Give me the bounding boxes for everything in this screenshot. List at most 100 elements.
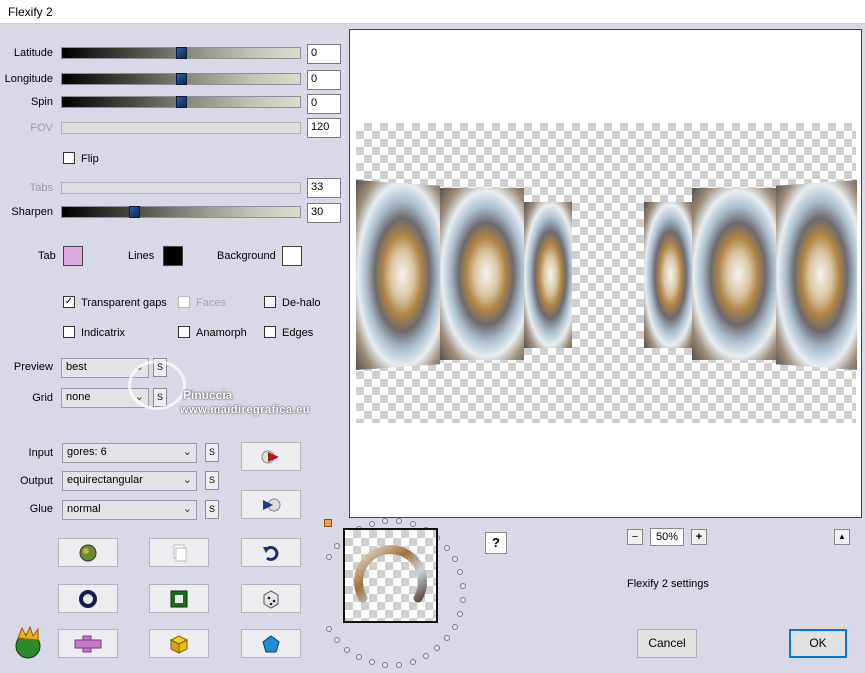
longitude-label: Longitude — [4, 73, 53, 85]
faces-checkbox — [178, 296, 190, 308]
wheel-dot[interactable] — [444, 544, 451, 551]
wheel-dot[interactable] — [444, 635, 451, 642]
tab-color-label: Tab — [38, 250, 56, 262]
transparent-gaps-checkbox[interactable]: ✓ — [63, 296, 75, 308]
cube-button[interactable] — [149, 629, 209, 658]
background-color-swatch[interactable] — [282, 246, 302, 266]
wheel-dot[interactable] — [422, 653, 429, 660]
thumbnail-ring-image — [354, 545, 427, 603]
latitude-input[interactable]: 0 — [307, 44, 341, 64]
lines-color-swatch[interactable] — [163, 246, 183, 266]
wheel-dot[interactable] — [396, 518, 403, 525]
frame-button[interactable] — [149, 584, 209, 613]
flip-label: Flip — [81, 153, 99, 165]
glue-s-button[interactable]: S — [205, 500, 219, 519]
input-label: Input — [28, 447, 53, 459]
wheel-dot[interactable] — [333, 637, 340, 644]
glue-select-value: normal — [67, 503, 101, 515]
output-select-value: equirectangular — [67, 474, 143, 486]
thumbnail-preview[interactable] — [343, 528, 438, 623]
play-back-button[interactable] — [241, 490, 301, 519]
wheel-dot[interactable] — [368, 659, 375, 666]
wheel-dot[interactable] — [456, 610, 463, 617]
dice-button[interactable] — [241, 584, 301, 613]
wheel-dot[interactable] — [368, 520, 375, 527]
de-halo-checkbox[interactable] — [264, 296, 276, 308]
wheel-dot[interactable] — [409, 521, 416, 528]
zoom-out-button[interactable]: − — [627, 529, 643, 545]
preview-gore-right-2 — [692, 188, 776, 360]
sharpen-thumb[interactable] — [129, 206, 140, 218]
wheel-dot[interactable] — [451, 623, 458, 630]
indicatrix-checkbox[interactable] — [63, 326, 75, 338]
wheel-dot[interactable] — [434, 645, 441, 652]
longitude-thumb[interactable] — [176, 73, 187, 85]
output-select[interactable]: equirectangular ⌄ — [62, 471, 197, 491]
play-forward-button[interactable] — [241, 442, 301, 471]
fov-slider — [61, 122, 301, 134]
wheel-dot[interactable] — [343, 646, 350, 653]
scroll-up-button[interactable]: ▲ — [834, 529, 850, 545]
sharpen-input[interactable]: 30 — [307, 203, 341, 223]
watermark-site: www.maidiregrafica.eu — [180, 404, 310, 416]
wheel-dot[interactable] — [325, 626, 332, 632]
help-button[interactable]: ? — [485, 532, 507, 554]
cross-icon — [74, 635, 102, 652]
chevron-down-icon: ⌄ — [182, 503, 192, 515]
preview-gore-left-1 — [356, 180, 440, 370]
window-title: Flexify 2 — [8, 5, 53, 19]
wheel-dot[interactable] — [409, 658, 416, 665]
wheel-dot[interactable] — [459, 583, 466, 590]
wheel-dot[interactable] — [333, 542, 340, 549]
cancel-button[interactable]: Cancel — [637, 629, 697, 658]
wheel-dot[interactable] — [456, 569, 463, 576]
tab-color-swatch[interactable] — [63, 246, 83, 266]
wheel-dot[interactable] — [382, 518, 389, 525]
longitude-input[interactable]: 0 — [307, 70, 341, 90]
preview-gore-left-3 — [524, 202, 572, 348]
pages-icon — [173, 544, 187, 561]
main-preview[interactable] — [349, 29, 862, 518]
cross-button[interactable] — [58, 629, 118, 658]
spin-input[interactable]: 0 — [307, 94, 341, 114]
glue-select[interactable]: normal ⌄ — [62, 500, 197, 520]
pages-button[interactable] — [149, 538, 209, 567]
input-select-value: gores: 6 — [67, 446, 107, 458]
play-icon — [261, 450, 279, 463]
sharpen-slider[interactable] — [61, 206, 301, 218]
undo-button[interactable] — [241, 538, 301, 567]
wheel-dot[interactable] — [325, 554, 332, 560]
latitude-thumb[interactable] — [176, 47, 187, 59]
spin-slider[interactable] — [61, 96, 301, 108]
undo-icon — [263, 545, 279, 561]
watermark-logo-icon — [128, 360, 186, 410]
ring-button[interactable] — [58, 584, 118, 613]
wheel-dot[interactable] — [382, 661, 389, 668]
input-select[interactable]: gores: 6 ⌄ — [62, 443, 197, 463]
input-s-button[interactable]: S — [205, 443, 219, 462]
globe-button[interactable] — [58, 538, 118, 567]
pentagon-icon — [262, 634, 280, 652]
flip-checkbox[interactable] — [63, 152, 75, 164]
pentagon-button[interactable] — [241, 629, 301, 658]
wheel-dot[interactable] — [451, 556, 458, 563]
wheel-handle[interactable] — [324, 519, 332, 527]
glue-label: Glue — [29, 503, 53, 515]
longitude-slider[interactable] — [61, 73, 301, 85]
wheel-dot[interactable] — [355, 654, 362, 661]
faces-label: Faces — [196, 297, 226, 309]
play-back-icon — [263, 498, 281, 511]
cube-icon — [169, 634, 189, 654]
spin-thumb[interactable] — [176, 96, 187, 108]
latitude-slider[interactable] — [61, 47, 301, 59]
ok-button[interactable]: OK — [789, 629, 847, 658]
tabs-input[interactable]: 33 — [307, 178, 341, 198]
wheel-dot[interactable] — [459, 596, 466, 603]
output-s-button[interactable]: S — [205, 471, 219, 490]
zoom-in-button[interactable]: + — [691, 529, 707, 545]
edges-checkbox[interactable] — [264, 326, 276, 338]
wheel-dot[interactable] — [396, 661, 403, 668]
fov-input[interactable]: 120 — [307, 118, 341, 138]
anamorph-checkbox[interactable] — [178, 326, 190, 338]
fov-label: FOV — [30, 122, 53, 134]
